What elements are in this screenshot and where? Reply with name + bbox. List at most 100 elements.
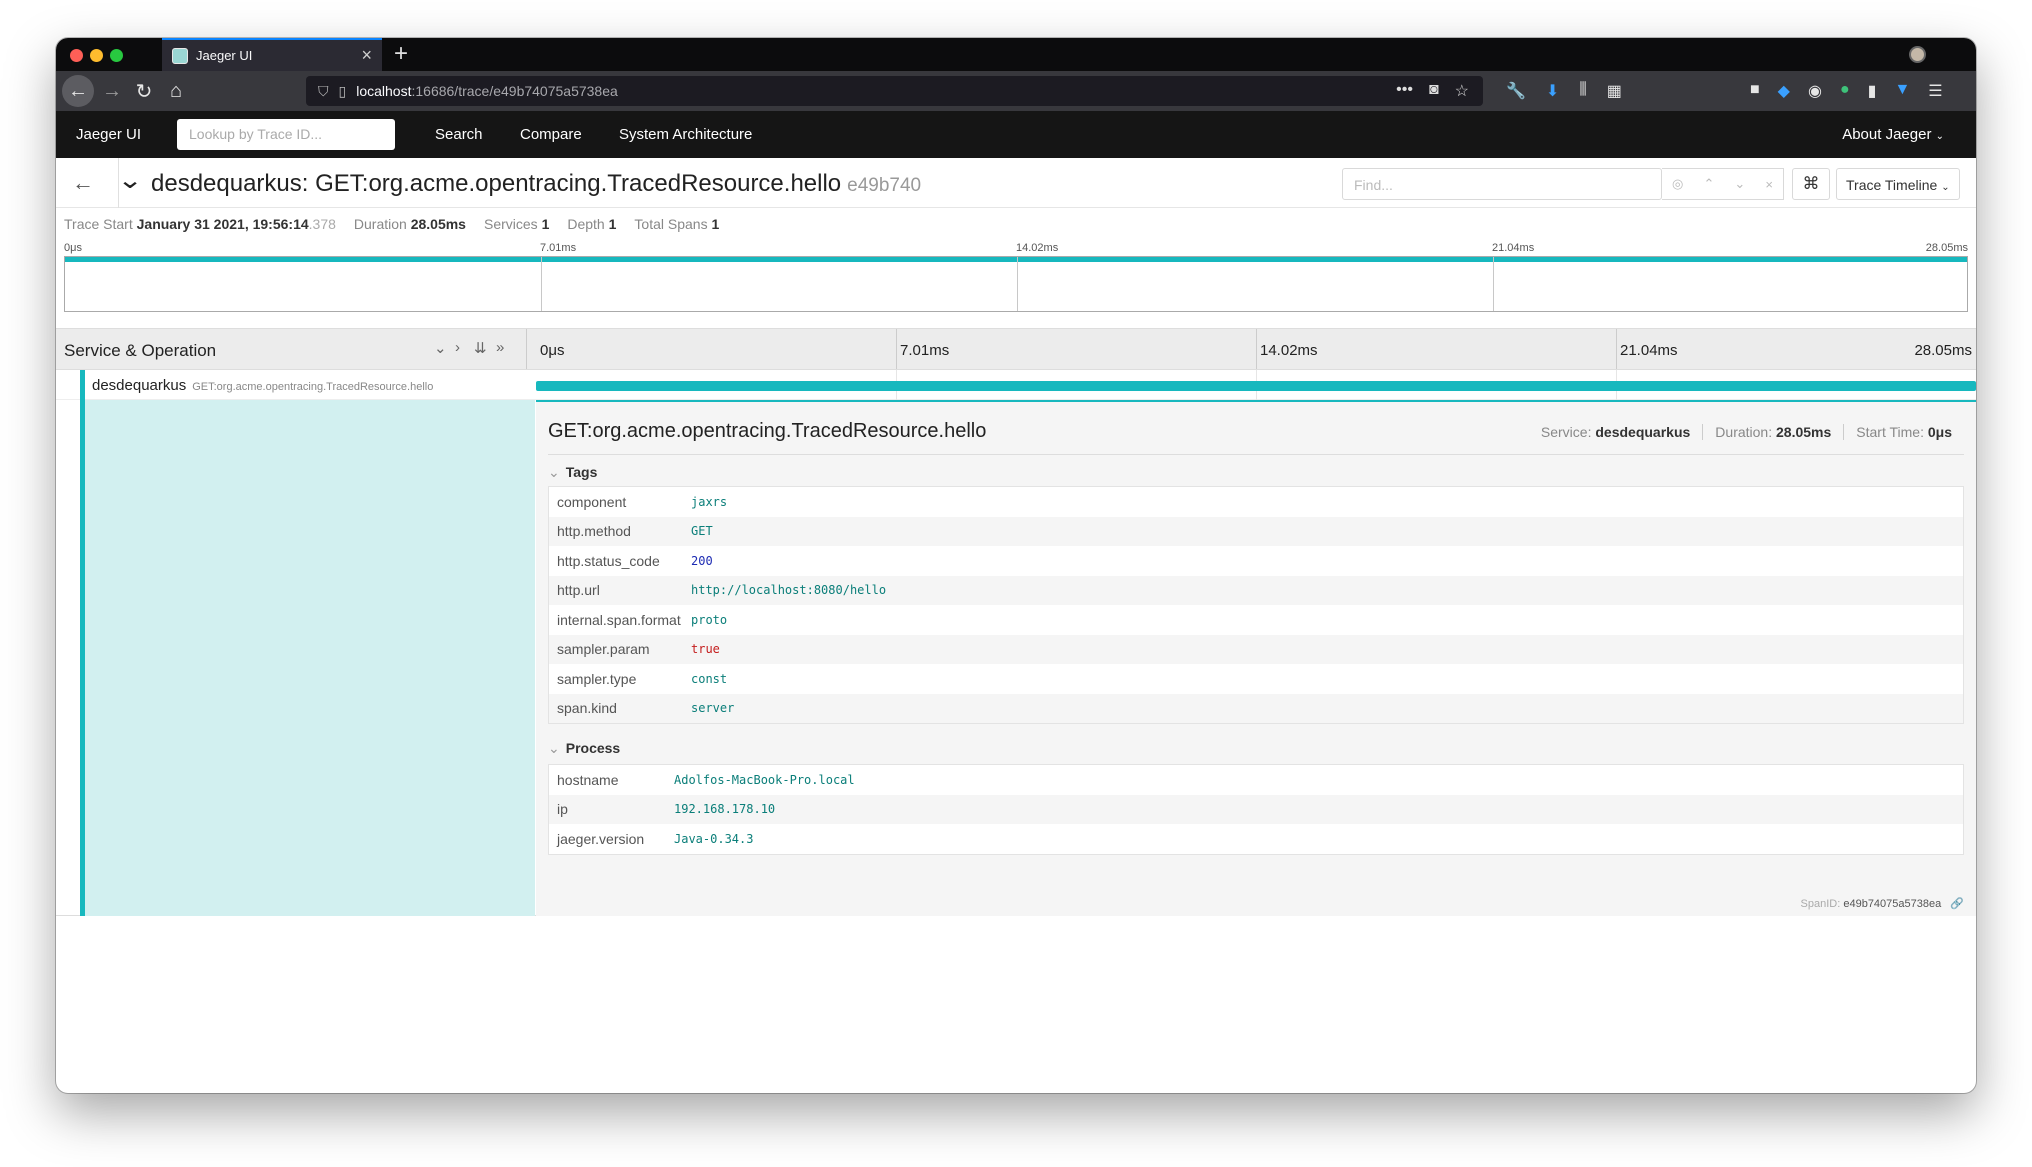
menu-icon[interactable]: ☰: [1928, 81, 1942, 101]
extension-lock-icon[interactable]: ■: [1750, 81, 1760, 101]
browser-toolbar: ← → ↻ ⌂ ⛉ ▯ localhost:16686/trace/e49b74…: [56, 71, 1976, 111]
table-row[interactable]: component jaxrs: [549, 487, 1963, 517]
next-match-icon[interactable]: ⌄: [1734, 176, 1745, 192]
span-name[interactable]: desdequarkus GET:org.acme.opentracing.Tra…: [92, 377, 433, 394]
table-row[interactable]: jaeger.version Java-0.34.3: [549, 824, 1963, 854]
tags-table: component jaxrs http.method GET http.statu…: [548, 486, 1964, 724]
close-window-button[interactable]: [70, 49, 83, 62]
chevron-down-icon: ⌄: [1941, 182, 1950, 193]
table-row[interactable]: span.kind server: [549, 693, 1963, 723]
column-resizer[interactable]: [526, 329, 527, 369]
nav-search-link[interactable]: Search: [435, 126, 483, 143]
collapse-all-icon[interactable]: ⇊: [474, 339, 487, 357]
table-row[interactable]: hostname Adolfos-MacBook-Pro.local: [549, 765, 1963, 795]
trace-id-lookup-input[interactable]: Lookup by Trace ID...: [177, 119, 395, 150]
span-id-label: SpanID:: [1800, 898, 1841, 910]
tag-key: internal.span.format: [557, 611, 681, 628]
reload-button[interactable]: ↻: [128, 75, 160, 107]
span-duration-bar[interactable]: [536, 381, 1976, 391]
more-actions-icon[interactable]: •••: [1396, 81, 1413, 101]
expand-all-icon[interactable]: »: [496, 339, 504, 356]
span-color-accent: [80, 370, 85, 400]
find-controls: ◎ ⌃ ⌄ ×: [1662, 168, 1784, 200]
minimap-span-bar: [65, 257, 1967, 262]
span-id-footer: SpanID: e49b74075a5738ea 🔗: [1801, 897, 1964, 910]
expand-one-icon[interactable]: ›: [455, 339, 460, 356]
extension-badge-icon[interactable]: ◆: [1778, 81, 1790, 101]
span-service-meta: Service: desdequarkus: [1540, 424, 1691, 440]
browser-tab[interactable]: Jaeger UI ×: [162, 38, 382, 71]
timeline-gridline: [1616, 329, 1617, 369]
timeline-gridline: [1256, 329, 1257, 369]
forward-button[interactable]: →: [96, 75, 128, 107]
trace-duration: Duration 28.05ms: [353, 216, 466, 232]
tag-value: 200: [691, 553, 713, 568]
download-icon[interactable]: ⬇: [1546, 81, 1559, 101]
extensions-grid-icon[interactable]: ▦: [1607, 81, 1622, 101]
trace-minimap[interactable]: [64, 256, 1968, 312]
table-row[interactable]: sampler.param true: [549, 634, 1963, 664]
link-icon[interactable]: 🔗: [1950, 898, 1964, 910]
browser-window: Jaeger UI × + ← → ↻ ⌂ ⛉ ▯ localhost:1668…: [56, 38, 1976, 1093]
process-key: ip: [557, 801, 568, 818]
prev-match-icon[interactable]: ⌃: [1703, 176, 1714, 192]
tags-section-toggle[interactable]: ⌄ Tags: [548, 464, 597, 481]
pocket-icon[interactable]: ◙: [1429, 81, 1439, 101]
collapse-chevron-icon[interactable]: ⌄: [117, 166, 143, 195]
keyboard-shortcuts-button[interactable]: ⌘: [1792, 168, 1830, 200]
collapse-one-icon[interactable]: ⌄: [434, 339, 447, 357]
profile-avatar[interactable]: [1909, 46, 1926, 63]
span-detail-row: GET:org.acme.opentracing.TracedResource.…: [56, 400, 1976, 916]
wrench-icon[interactable]: 🔧: [1506, 81, 1526, 101]
jaeger-brand-link[interactable]: Jaeger UI: [76, 126, 141, 143]
process-section-toggle[interactable]: ⌄ Process: [548, 740, 620, 757]
table-row[interactable]: http.method GET: [549, 516, 1963, 546]
locate-icon[interactable]: ◎: [1672, 176, 1683, 192]
find-input[interactable]: Find...: [1342, 168, 1662, 200]
process-section-label: Process: [565, 740, 621, 756]
maximize-window-button[interactable]: [110, 49, 123, 62]
nav-compare-link[interactable]: Compare: [520, 126, 582, 143]
new-tab-button[interactable]: +: [394, 40, 408, 68]
nav-system-architecture-link[interactable]: System Architecture: [619, 126, 752, 143]
about-jaeger-label: About Jaeger: [1842, 126, 1932, 143]
clear-find-icon[interactable]: ×: [1765, 177, 1773, 192]
tag-key: component: [557, 493, 627, 510]
back-to-search-icon[interactable]: ←: [72, 170, 94, 196]
trace-title-text: desdequarkus: GET:org.acme.opentracing.T…: [151, 170, 842, 197]
address-bar[interactable]: ⛉ ▯ localhost:16686/trace/e49b74075a5738…: [306, 76, 1483, 106]
extension-globe-icon[interactable]: ◉: [1808, 81, 1822, 101]
span-detail-title: GET:org.acme.opentracing.TracedResource.…: [548, 420, 987, 442]
home-button[interactable]: ⌂: [160, 75, 192, 107]
minimap-tick: 28.05ms: [1925, 242, 1968, 254]
span-row[interactable]: desdequarkus GET:org.acme.opentracing.Tra…: [56, 370, 1976, 400]
minimap-ticks: 0μs 7.01ms 14.02ms 21.04ms 28.05ms: [64, 242, 1968, 254]
table-row[interactable]: http.url http://localhost:8080/hello: [549, 575, 1963, 605]
span-detail-left-pane: [80, 400, 535, 916]
about-jaeger-menu[interactable]: About Jaeger ⌄: [1842, 126, 1944, 143]
extension-m-icon[interactable]: ▮: [1868, 81, 1877, 101]
library-icon[interactable]: ⫼: [1579, 81, 1586, 101]
table-row[interactable]: ip 192.168.178.10: [549, 794, 1963, 824]
url-path: :16686/trace/e49b74075a5738ea: [411, 83, 618, 99]
tab-strip: Jaeger UI × +: [56, 38, 1976, 71]
table-row[interactable]: internal.span.format proto: [549, 605, 1963, 635]
table-row[interactable]: http.status_code 200: [549, 546, 1963, 576]
extension-shield-icon[interactable]: ▼: [1894, 81, 1910, 101]
span-detail-meta: Service: desdequarkus Duration: 28.05ms …: [1529, 424, 1964, 440]
minimize-window-button[interactable]: [90, 49, 103, 62]
table-row[interactable]: sampler.type const: [549, 664, 1963, 694]
close-tab-icon[interactable]: ×: [361, 45, 372, 66]
minimap-gridline: [541, 257, 542, 311]
view-mode-select[interactable]: Trace Timeline ⌄: [1836, 168, 1960, 200]
jaeger-top-nav: Jaeger UI Lookup by Trace ID... Search C…: [56, 111, 1976, 158]
shield-icon[interactable]: ⛉: [318, 83, 329, 100]
extension-circle-icon[interactable]: ●: [1840, 81, 1850, 101]
process-value: 192.168.178.10: [674, 802, 776, 817]
back-button[interactable]: ←: [62, 75, 94, 107]
page-icon: ▯: [338, 82, 347, 99]
trace-summary: Trace Start January 31 2021, 19:56:14.37…: [64, 216, 719, 232]
bookmark-star-icon[interactable]: ☆: [1455, 81, 1469, 101]
timeline-gridline: [896, 329, 897, 369]
tag-value: jaxrs: [691, 494, 728, 509]
